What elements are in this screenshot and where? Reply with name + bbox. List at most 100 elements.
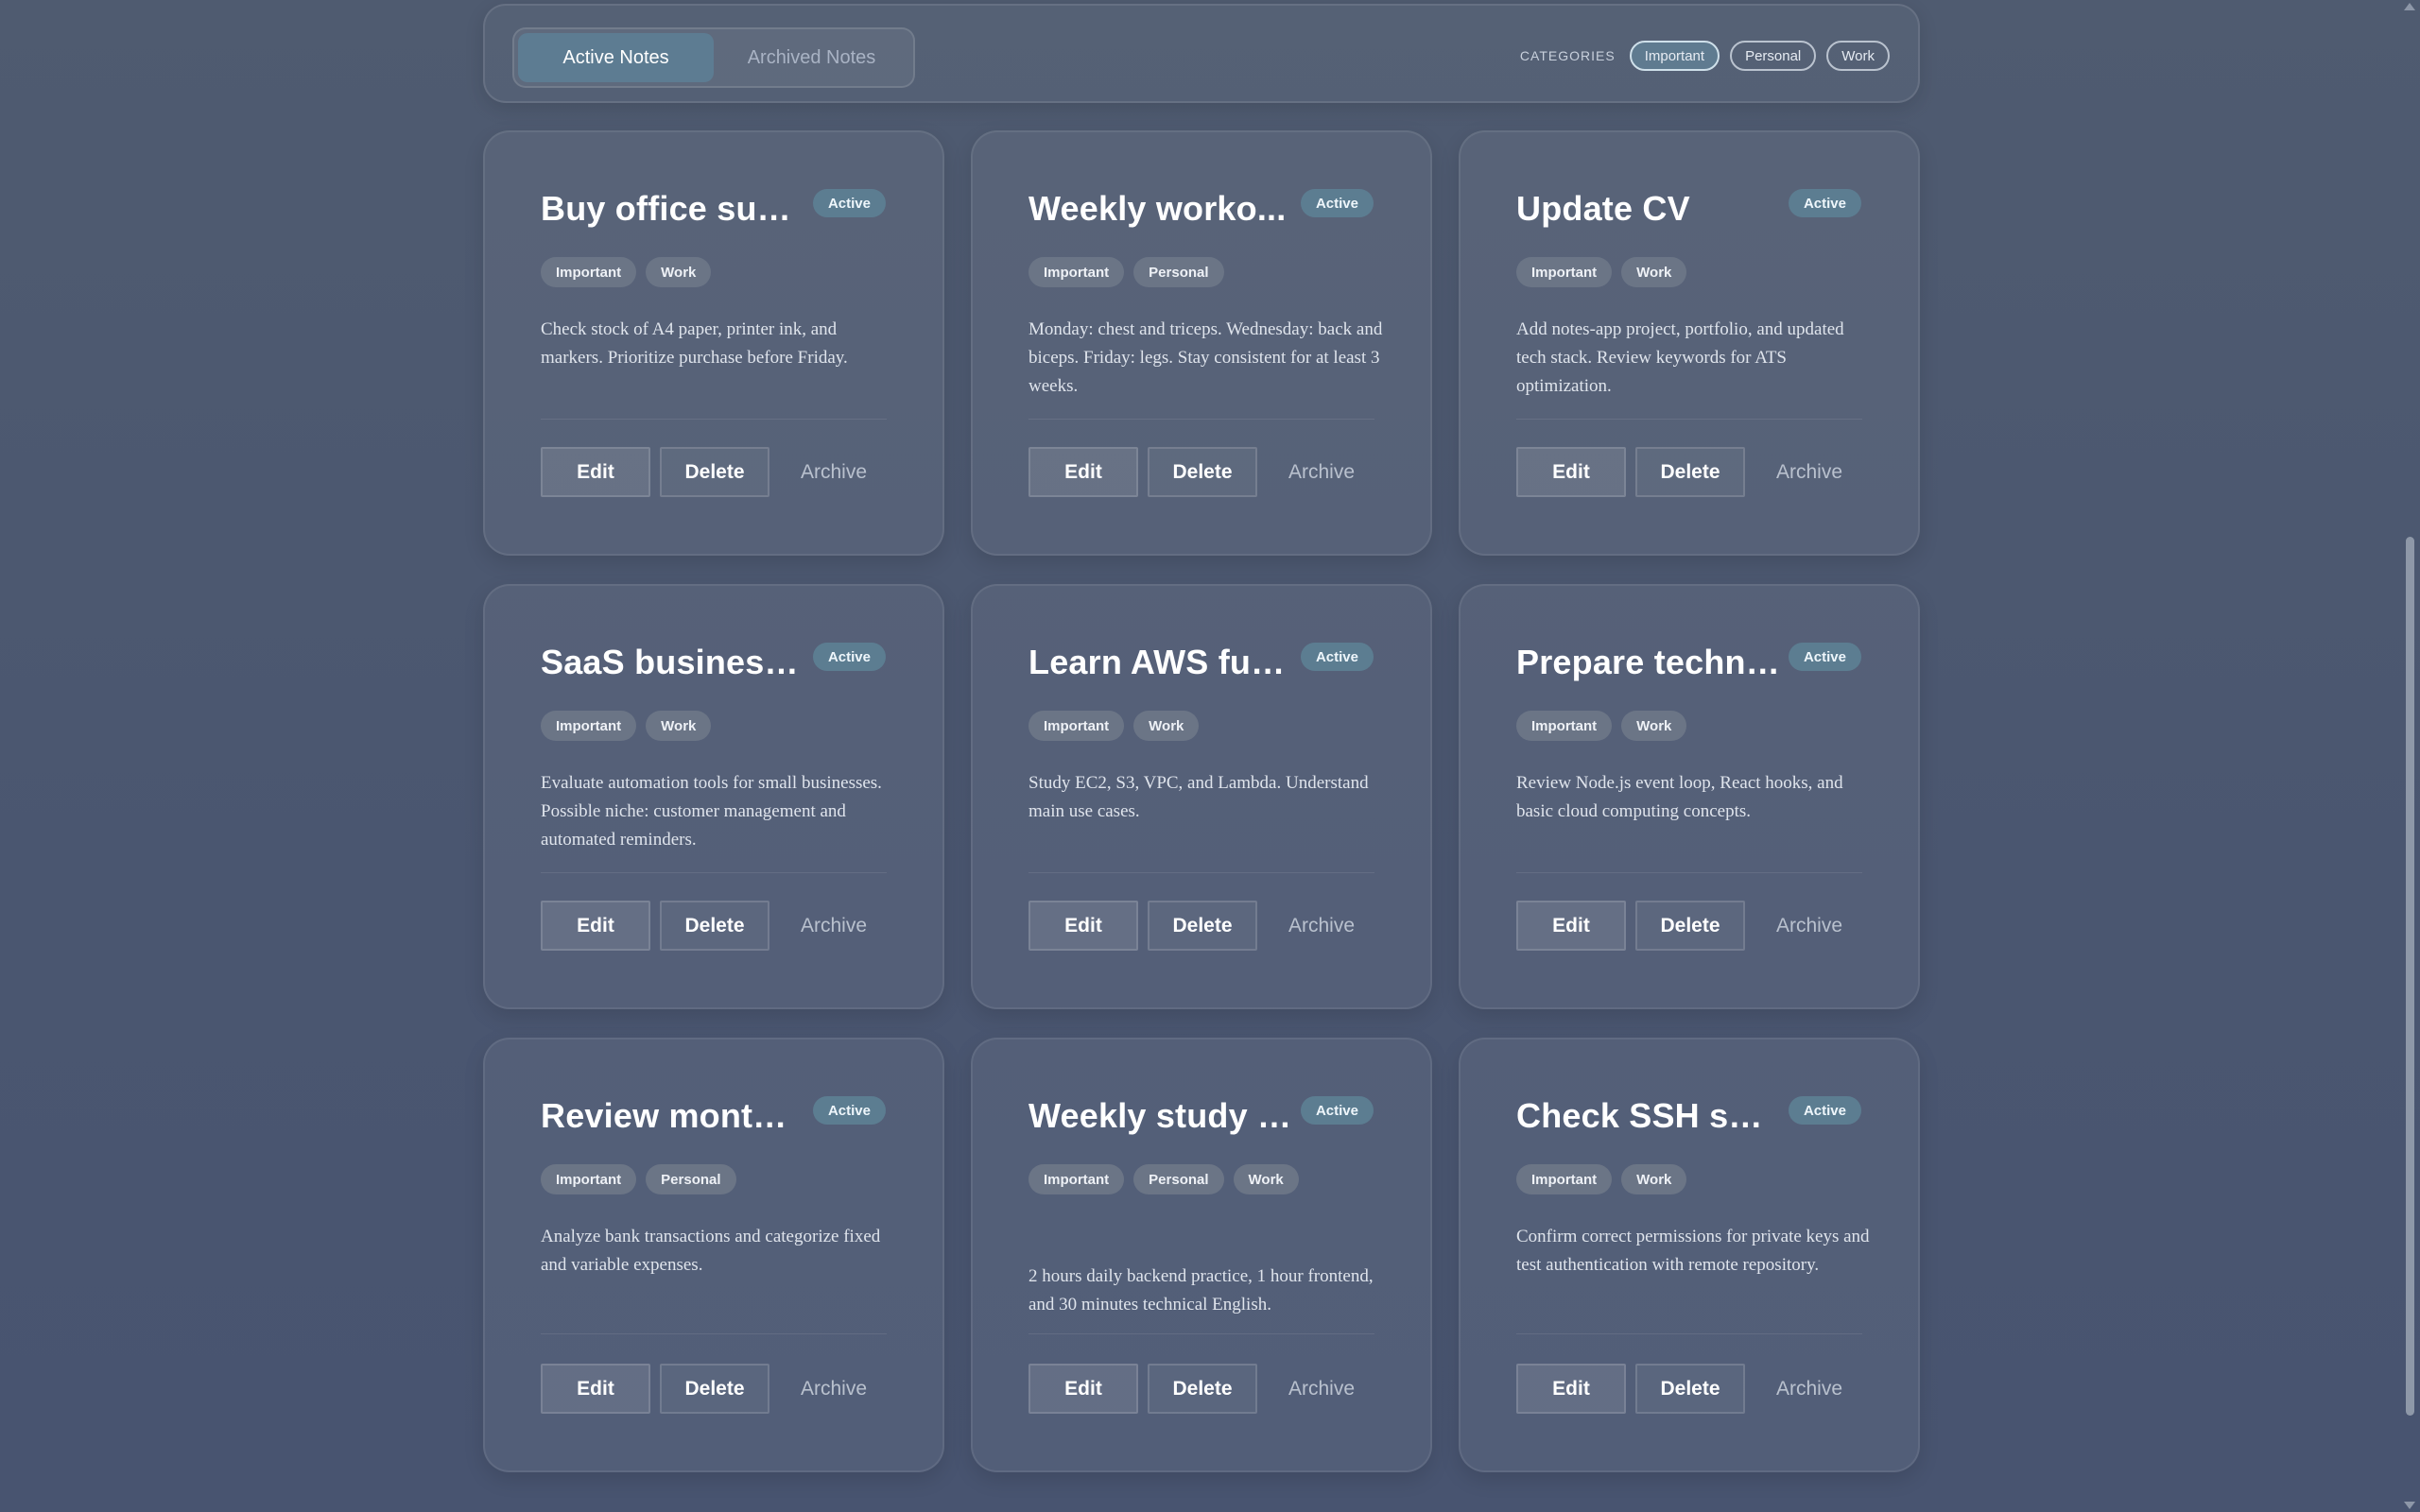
tag-chip: Work [1233,1164,1299,1194]
tag-chip: Important [1516,1164,1613,1194]
delete-button[interactable]: Delete [1148,447,1257,497]
tag-chip: Work [1133,711,1200,741]
edit-button[interactable]: Edit [1516,447,1626,497]
edit-button[interactable]: Edit [541,447,650,497]
note-card: Update CV Active Important Work Add note… [1459,130,1920,556]
note-tags: Important Work [541,257,890,287]
tag-chip: Personal [646,1164,736,1194]
notes-grid: Buy office sup... Active Important Work … [483,130,1920,1472]
note-tags: Important Personal [541,1164,890,1194]
edit-button[interactable]: Edit [1028,901,1138,951]
note-actions: Edit Delete Archive [1516,901,1864,951]
archive-button[interactable]: Archive [1754,447,1864,497]
tag-chip: Personal [1133,257,1224,287]
note-body: Add notes-app project, portfolio, and up… [1516,319,1844,396]
archive-button[interactable]: Archive [779,901,889,951]
archive-button[interactable]: Archive [1754,901,1864,951]
card-divider [541,872,887,873]
note-body: Confirm correct permissions for private … [1516,1227,1870,1275]
tab-active-notes[interactable]: Active Notes [518,33,714,82]
note-title: Weekly worko... [1028,189,1287,228]
page-scrollbar[interactable] [2399,0,2420,1512]
note-card: Review monthl... Active Important Person… [483,1038,944,1472]
note-actions: Edit Delete Archive [1516,1364,1864,1414]
note-body: Analyze bank transactions and categorize… [541,1227,881,1275]
edit-button[interactable]: Edit [1516,901,1626,951]
edit-button[interactable]: Edit [1028,1364,1138,1414]
tag-chip: Important [1028,711,1125,741]
note-tags: Important Personal Work [1028,1164,1378,1194]
note-actions: Edit Delete Archive [541,1364,889,1414]
card-divider [1516,419,1862,420]
delete-button[interactable]: Delete [660,447,769,497]
status-badge: Active [1300,189,1374,217]
status-badge: Active [1300,1096,1374,1125]
note-tags: Important Work [1516,257,1866,287]
note-actions: Edit Delete Archive [1028,901,1376,951]
scroll-thumb[interactable] [2406,537,2414,1416]
delete-button[interactable]: Delete [1635,1364,1745,1414]
note-tags: Important Work [1516,1164,1866,1194]
tag-chip: Work [646,711,712,741]
card-divider [1028,872,1374,873]
delete-button[interactable]: Delete [660,1364,769,1414]
category-filter: CATEGORIES Important Personal Work [1520,40,1890,72]
edit-button[interactable]: Edit [541,901,650,951]
tag-chip: Important [541,257,637,287]
note-card: Prepare techni... Active Important Work … [1459,584,1920,1009]
category-chip-work[interactable]: Work [1826,41,1890,71]
note-card: Weekly worko... Active Important Persona… [971,130,1432,556]
tag-chip: Important [1516,257,1613,287]
note-card: Learn AWS fun... Active Important Work S… [971,584,1432,1009]
tag-chip: Work [646,257,712,287]
note-body: Study EC2, S3, VPC, and Lambda. Understa… [1028,773,1369,821]
edit-button[interactable]: Edit [541,1364,650,1414]
delete-button[interactable]: Delete [1148,1364,1257,1414]
note-body: Evaluate automation tools for small busi… [541,773,882,850]
scroll-down-arrow-icon[interactable] [2404,1502,2415,1509]
status-badge: Active [1300,643,1374,671]
note-body: Check stock of A4 paper, printer ink, an… [541,319,848,368]
status-badge: Active [812,643,886,671]
archive-button[interactable]: Archive [1267,1364,1376,1414]
filter-bar: Active Notes Archived Notes CATEGORIES I… [483,4,1920,103]
note-title: Check SSH sec... [1516,1096,1781,1135]
status-badge: Active [1788,189,1861,217]
archive-button[interactable]: Archive [779,1364,889,1414]
archive-button[interactable]: Archive [779,447,889,497]
card-divider [541,1333,887,1334]
status-badge: Active [1788,1096,1861,1125]
category-chip-personal[interactable]: Personal [1730,41,1817,71]
categories-label: CATEGORIES [1519,48,1616,63]
tab-archived-notes[interactable]: Archived Notes [714,33,909,82]
card-divider [541,419,887,420]
scroll-up-arrow-icon[interactable] [2404,3,2415,10]
edit-button[interactable]: Edit [1516,1364,1626,1414]
delete-button[interactable]: Delete [1148,901,1257,951]
archive-button[interactable]: Archive [1754,1364,1864,1414]
tag-chip: Work [1621,1164,1687,1194]
note-title: Prepare techni... [1516,643,1781,681]
tag-chip: Important [1028,1164,1125,1194]
delete-button[interactable]: Delete [1635,901,1745,951]
note-title: Weekly study p... [1028,1096,1293,1135]
tag-chip: Personal [1133,1164,1224,1194]
card-divider [1028,1333,1374,1334]
note-title: SaaS business i... [541,643,805,681]
tag-chip: Important [541,1164,637,1194]
note-tags: Important Work [1028,711,1378,741]
note-tags: Important Personal [1028,257,1378,287]
note-body: Monday: chest and triceps. Wednesday: ba… [1028,319,1383,396]
category-chip-important[interactable]: Important [1629,41,1720,71]
tag-chip: Important [1028,257,1125,287]
note-tags: Important Work [541,711,890,741]
delete-button[interactable]: Delete [660,901,769,951]
archive-button[interactable]: Archive [1267,447,1376,497]
note-title: Learn AWS fun... [1028,643,1293,681]
delete-button[interactable]: Delete [1635,447,1745,497]
edit-button[interactable]: Edit [1028,447,1138,497]
tag-chip: Work [1621,711,1687,741]
note-title: Update CV [1516,189,1690,228]
archive-button[interactable]: Archive [1267,901,1376,951]
note-card: Buy office sup... Active Important Work … [483,130,944,556]
